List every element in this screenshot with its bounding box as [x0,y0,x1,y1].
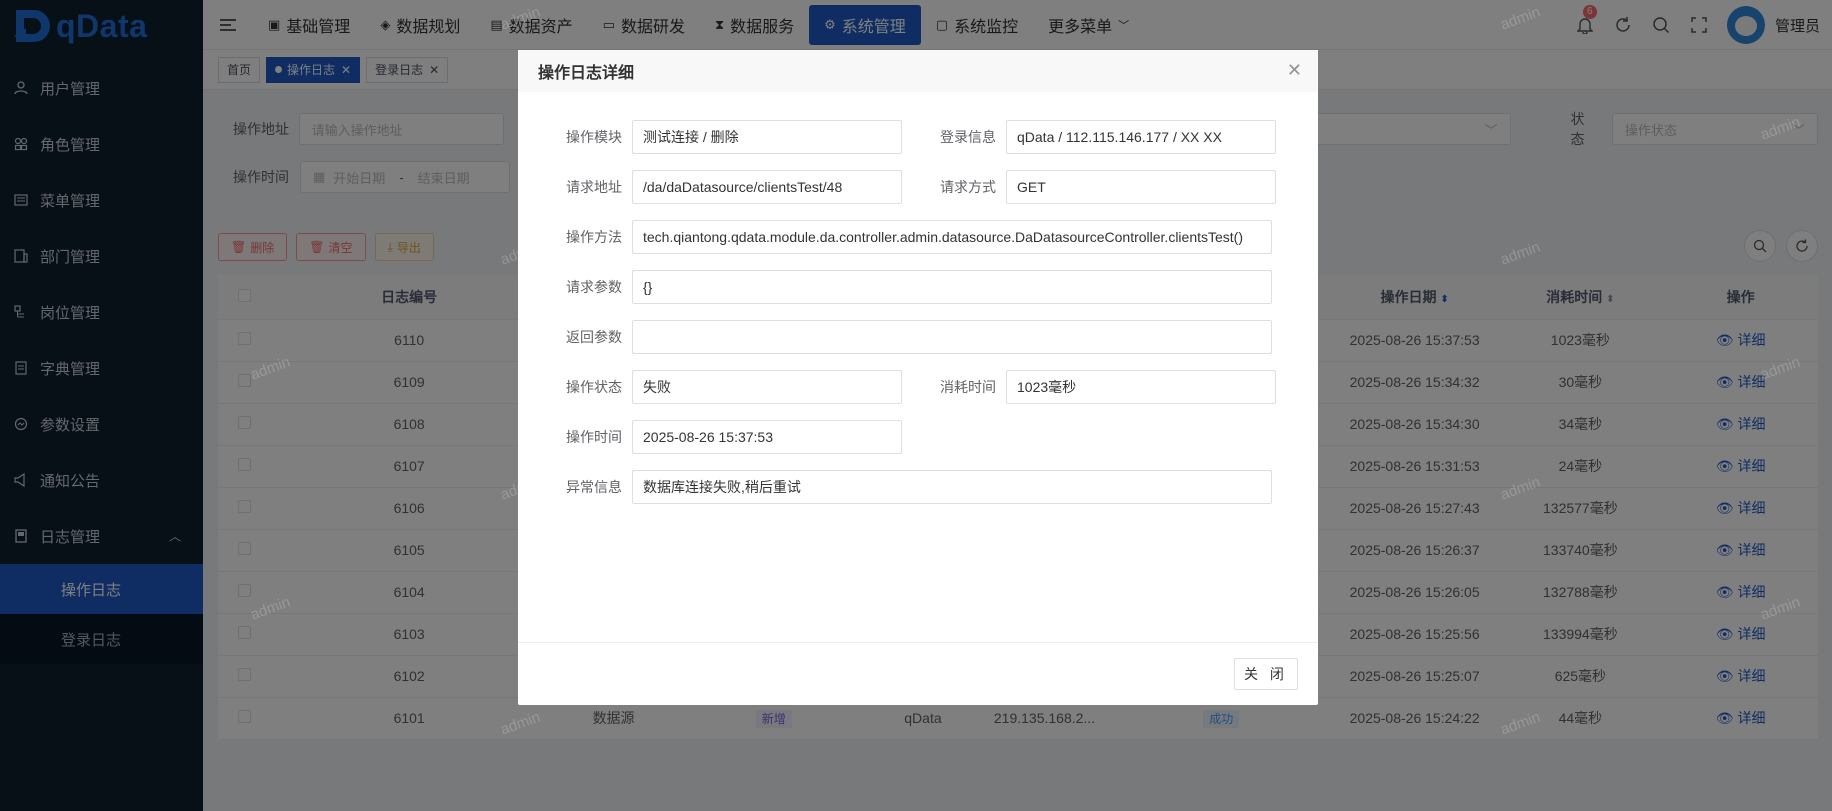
form-row: 操作模块 测试连接 / 删除 登录信息 qData / 112.115.146.… [558,112,1278,162]
login-label: 登录信息 [940,129,996,145]
error-label: 异常信息 [566,479,622,495]
cost-label: 消耗时间 [940,379,996,395]
oper-log-detail-dialog: 操作日志详细 ✕ 操作模块 测试连接 / 删除 登录信息 qData / 112… [518,50,1318,705]
result-label: 返回参数 [566,329,622,345]
detail-form: 操作模块 测试连接 / 删除 登录信息 qData / 112.115.146.… [518,92,1318,512]
status-label: 操作状态 [566,379,622,395]
cost-field[interactable]: 1023毫秒 [1006,370,1276,404]
result-field[interactable] [632,320,1272,354]
method-label: 请求方式 [940,179,996,195]
func-field[interactable]: tech.qiantong.qdata.module.da.controller… [632,220,1272,254]
error-field[interactable]: 数据库连接失败,稍后重试 [632,470,1272,504]
time-field[interactable]: 2025-08-26 15:37:53 [632,420,902,454]
form-row: 操作时间 2025-08-26 15:37:53 [558,412,1278,462]
form-row: 操作方法 tech.qiantong.qdata.module.da.contr… [558,212,1278,262]
form-row: 操作状态 失败 消耗时间 1023毫秒 [558,362,1278,412]
status-field[interactable]: 失败 [632,370,902,404]
close-button[interactable]: 关 闭 [1234,658,1298,690]
form-row: 返回参数 [558,312,1278,362]
dialog-header: 操作日志详细 ✕ [518,50,1318,92]
param-field[interactable]: {} [632,270,1272,304]
module-field[interactable]: 测试连接 / 删除 [632,120,902,154]
url-label: 请求地址 [566,179,622,195]
dialog-title: 操作日志详细 [538,65,635,82]
close-icon[interactable]: ✕ [1287,60,1302,81]
time-label: 操作时间 [566,429,622,445]
form-row: 请求地址 /da/daDatasource/clientsTest/48 请求方… [558,162,1278,212]
form-row: 异常信息 数据库连接失败,稍后重试 [558,462,1278,512]
login-field[interactable]: qData / 112.115.146.177 / XX XX [1006,120,1276,154]
url-field[interactable]: /da/daDatasource/clientsTest/48 [632,170,902,204]
form-row: 请求参数 {} [558,262,1278,312]
module-label: 操作模块 [566,129,622,145]
method-field[interactable]: GET [1006,170,1276,204]
dialog-footer: 关 闭 [518,642,1318,705]
func-label: 操作方法 [566,229,622,245]
param-label: 请求参数 [566,279,622,295]
